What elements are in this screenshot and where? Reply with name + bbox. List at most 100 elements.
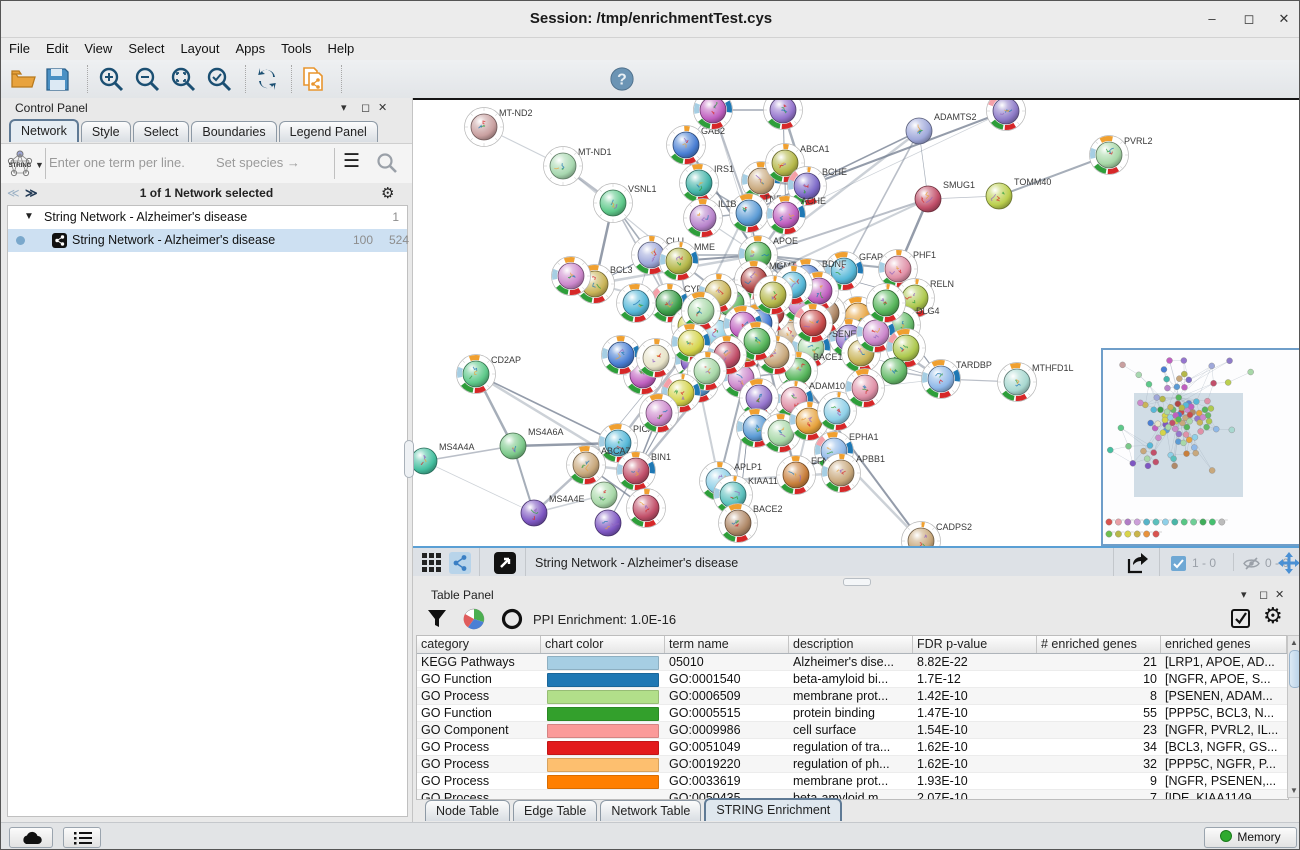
network-node[interactable]	[602, 336, 641, 375]
menu-tools[interactable]: Tools	[273, 38, 319, 56]
network-node-il1b[interactable]: IL1B	[684, 199, 737, 238]
table-row[interactable]: GO FunctionGO:0005515protein binding1.47…	[417, 705, 1288, 722]
tab-boundaries[interactable]: Boundaries	[191, 121, 276, 142]
help-icon[interactable]: ?	[609, 66, 635, 92]
network-node[interactable]	[794, 304, 833, 343]
grid-icon[interactable]	[421, 552, 443, 574]
network-node-smug1[interactable]: SMUG1	[915, 180, 975, 212]
network-node[interactable]	[694, 100, 733, 130]
column-header[interactable]: FDR p-value	[913, 636, 1037, 653]
string-dropdown-icon[interactable]: ▼	[35, 160, 44, 170]
network-node-mt-nd2[interactable]: MT-ND2	[465, 108, 533, 147]
network-node-vsnl1[interactable]: VSNL1	[594, 184, 657, 223]
network-node-mme[interactable]: MME	[660, 242, 716, 281]
panel-menu-icon[interactable]: ▾	[1241, 588, 1247, 601]
export-icon[interactable]	[1125, 551, 1149, 575]
scroll-down-icon[interactable]: ▼	[1288, 786, 1300, 795]
network-node[interactable]	[764, 100, 803, 130]
menu-help[interactable]: Help	[320, 38, 363, 56]
splitter-handle[interactable]	[843, 578, 871, 586]
save-icon[interactable]	[43, 65, 71, 93]
open-folder-icon[interactable]	[9, 65, 37, 93]
table-row[interactable]: GO FunctionGO:0001540beta-amyloid bi...1…	[417, 671, 1288, 688]
network-node-bace2[interactable]: BACE2	[719, 504, 783, 543]
tree-expand-icon[interactable]: ▼	[24, 211, 34, 222]
network-node[interactable]	[591, 482, 617, 508]
tab-network[interactable]: Network	[9, 119, 79, 142]
menu-layout[interactable]: Layout	[172, 38, 227, 56]
network-node-tardbp[interactable]: TARDBP	[922, 360, 992, 399]
network-node[interactable]	[881, 358, 907, 384]
pie-chart-icon[interactable]	[463, 608, 485, 630]
network-node[interactable]	[846, 369, 885, 408]
task-list-button[interactable]	[63, 827, 101, 848]
species-hint[interactable]: Set species →	[216, 155, 300, 170]
string-logo[interactable]: STRING	[5, 149, 35, 179]
scrollbar-thumb[interactable]	[1289, 650, 1300, 688]
network-node-ms4a6a[interactable]: MS4A6A	[500, 427, 564, 459]
tab-node-table[interactable]: Node Table	[425, 800, 510, 821]
network-node[interactable]	[987, 100, 1026, 131]
zoom-out-icon[interactable]	[133, 65, 161, 93]
network-node-cadps2[interactable]: CADPS2	[902, 522, 973, 547]
share-icon[interactable]	[449, 552, 471, 574]
network-node[interactable]	[640, 394, 679, 433]
network-node[interactable]	[627, 489, 666, 528]
table-row[interactable]: GO ProcessGO:0006509membrane prot...1.42…	[417, 688, 1288, 705]
select-all-icon[interactable]	[1231, 609, 1250, 628]
network-node[interactable]	[637, 339, 676, 378]
column-header[interactable]: description	[789, 636, 913, 653]
horizontal-splitter[interactable]	[413, 576, 1300, 586]
birdseye-icon[interactable]	[493, 551, 517, 575]
menu-edit[interactable]: Edit	[38, 38, 76, 56]
panel-close-icon[interactable]: ✕	[378, 101, 387, 114]
network-node-cd2ap[interactable]: CD2AP	[457, 355, 522, 394]
tab-network-table[interactable]: Network Table	[600, 800, 701, 821]
refresh-icon[interactable]	[253, 65, 281, 93]
network-view[interactable]: MT-ND2MT-ND1VSNL1GAB2ADAMTS2SMUG1TOMM40P…	[413, 98, 1300, 546]
network-options-gear-icon[interactable]: ⚙	[381, 184, 394, 202]
navigate-icon[interactable]	[1277, 551, 1300, 575]
network-node-irs1[interactable]: IRS1	[680, 164, 735, 203]
network-node-mthfd1l[interactable]: MTHFD1L	[998, 363, 1074, 402]
column-header[interactable]: chart color	[541, 636, 665, 653]
string-query-input[interactable]: Enter one term per line.	[49, 155, 185, 170]
memory-button[interactable]: Memory	[1204, 827, 1297, 848]
settings-gear-icon[interactable]: ⚙	[1263, 603, 1283, 629]
network-node-tomm40[interactable]: TOMM40	[986, 177, 1051, 209]
zoom-fit-icon[interactable]	[169, 65, 197, 93]
network-node-gab2[interactable]: GAB2	[667, 126, 726, 165]
menu-view[interactable]: View	[76, 38, 120, 56]
panel-float-icon[interactable]: ◻	[1259, 588, 1268, 601]
copy-network-icon[interactable]	[299, 65, 327, 93]
tab-legend-panel[interactable]: Legend Panel	[279, 121, 378, 142]
network-node[interactable]	[867, 284, 906, 323]
column-header[interactable]: category	[417, 636, 541, 653]
network-node-bin1[interactable]: BIN1	[617, 452, 672, 491]
panel-float-icon[interactable]: ◻	[361, 101, 370, 114]
network-node[interactable]	[617, 284, 656, 323]
table-row[interactable]: GO ProcessGO:0033619membrane prot...1.93…	[417, 773, 1288, 790]
column-header[interactable]: # enriched genes	[1037, 636, 1161, 653]
cloud-button[interactable]	[9, 827, 53, 848]
column-header[interactable]: enriched genes	[1161, 636, 1287, 653]
enrichment-table[interactable]: categorychart colorterm namedescriptionF…	[416, 635, 1289, 800]
network-node[interactable]	[754, 276, 793, 315]
network-row[interactable]: String Network - Alzheimer's disease 100…	[8, 229, 407, 252]
tab-select[interactable]: Select	[133, 121, 190, 142]
close-button[interactable]: ✕	[1273, 11, 1295, 27]
tab-style[interactable]: Style	[81, 121, 131, 142]
menu-file[interactable]: File	[1, 38, 38, 56]
tab-edge-table[interactable]: Edge Table	[513, 800, 597, 821]
zoom-in-icon[interactable]	[97, 65, 125, 93]
panel-close-icon[interactable]: ✕	[1275, 588, 1284, 601]
network-node-pvrl2[interactable]: PVRL2	[1090, 136, 1153, 175]
minimize-button[interactable]: –	[1201, 11, 1223, 27]
checkbox-icon[interactable]	[1171, 556, 1186, 571]
birdseye-view[interactable]	[1101, 348, 1300, 546]
zoom-selected-icon[interactable]	[205, 65, 233, 93]
network-node[interactable]	[552, 257, 591, 296]
table-row[interactable]: GO ProcessGO:0019220regulation of ph...1…	[417, 756, 1288, 773]
column-header[interactable]: term name	[665, 636, 789, 653]
network-node-ache[interactable]: ACHE	[767, 196, 827, 235]
